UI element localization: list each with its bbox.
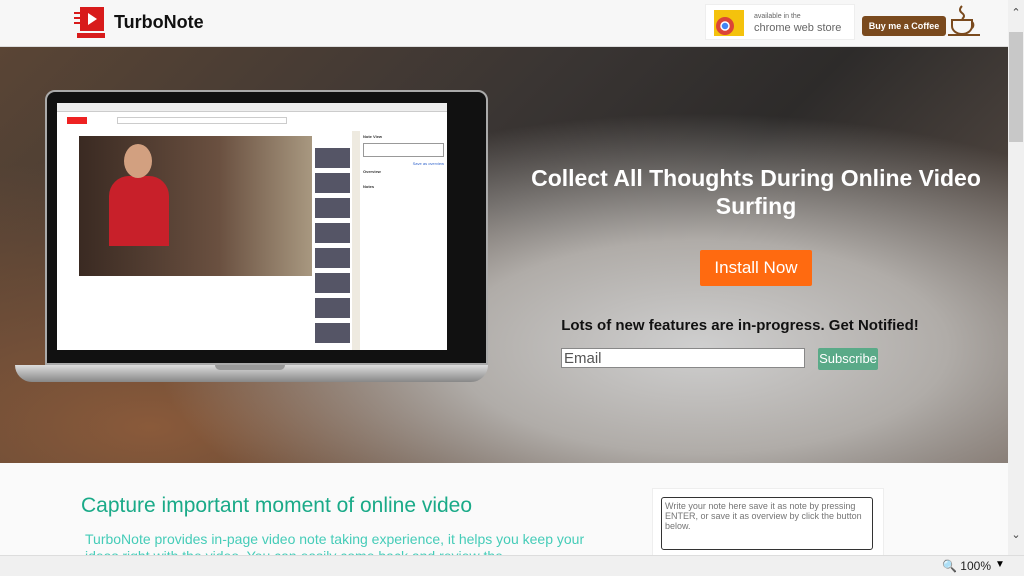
hero-title: Collect All Thoughts During Online Video…: [531, 165, 981, 219]
site-header: TurboNote available in the chrome web st…: [0, 0, 1008, 47]
coffee-cup-icon: [948, 5, 980, 36]
brand-name: TurboNote: [114, 12, 204, 32]
turbonote-logo[interactable]: [74, 7, 106, 39]
zoom-dropdown-icon[interactable]: ▼: [995, 559, 1005, 570]
magnifier-icon: 🔍: [942, 559, 957, 573]
install-now-button[interactable]: Install Now: [700, 250, 812, 286]
buy-me-coffee-button[interactable]: Buy me a Coffee: [862, 4, 984, 40]
status-bar: 🔍 100% ▼: [0, 555, 1024, 576]
laptop-screenshot: Note View Save as overview Overview Note…: [45, 90, 488, 365]
note-view-panel: Note View Save as overview Overview Note…: [352, 131, 447, 350]
chrome-icon: [714, 10, 744, 36]
notify-text: Lots of new features are in-progress. Ge…: [561, 317, 919, 334]
feature-paragraph: TurboNote provides in-page video note ta…: [85, 531, 585, 555]
scrollbar-thumb[interactable]: [1009, 32, 1023, 142]
video-player: [79, 136, 312, 276]
subscribe-button[interactable]: Subscribe: [818, 348, 878, 370]
scroll-up-icon[interactable]: ⌃: [1008, 6, 1024, 19]
scrollbar[interactable]: ⌃ ⌄: [1008, 0, 1024, 555]
scroll-down-icon[interactable]: ⌄: [1008, 528, 1024, 541]
feature-heading: Capture important moment of online video: [81, 494, 473, 517]
chrome-web-store-badge[interactable]: available in the chrome web store: [705, 4, 855, 40]
note-input[interactable]: [661, 497, 873, 550]
note-demo-box: [652, 488, 884, 558]
hero-section: Note View Save as overview Overview Note…: [0, 47, 1008, 463]
zoom-level[interactable]: 🔍 100%: [942, 559, 991, 573]
email-input[interactable]: [561, 348, 805, 368]
